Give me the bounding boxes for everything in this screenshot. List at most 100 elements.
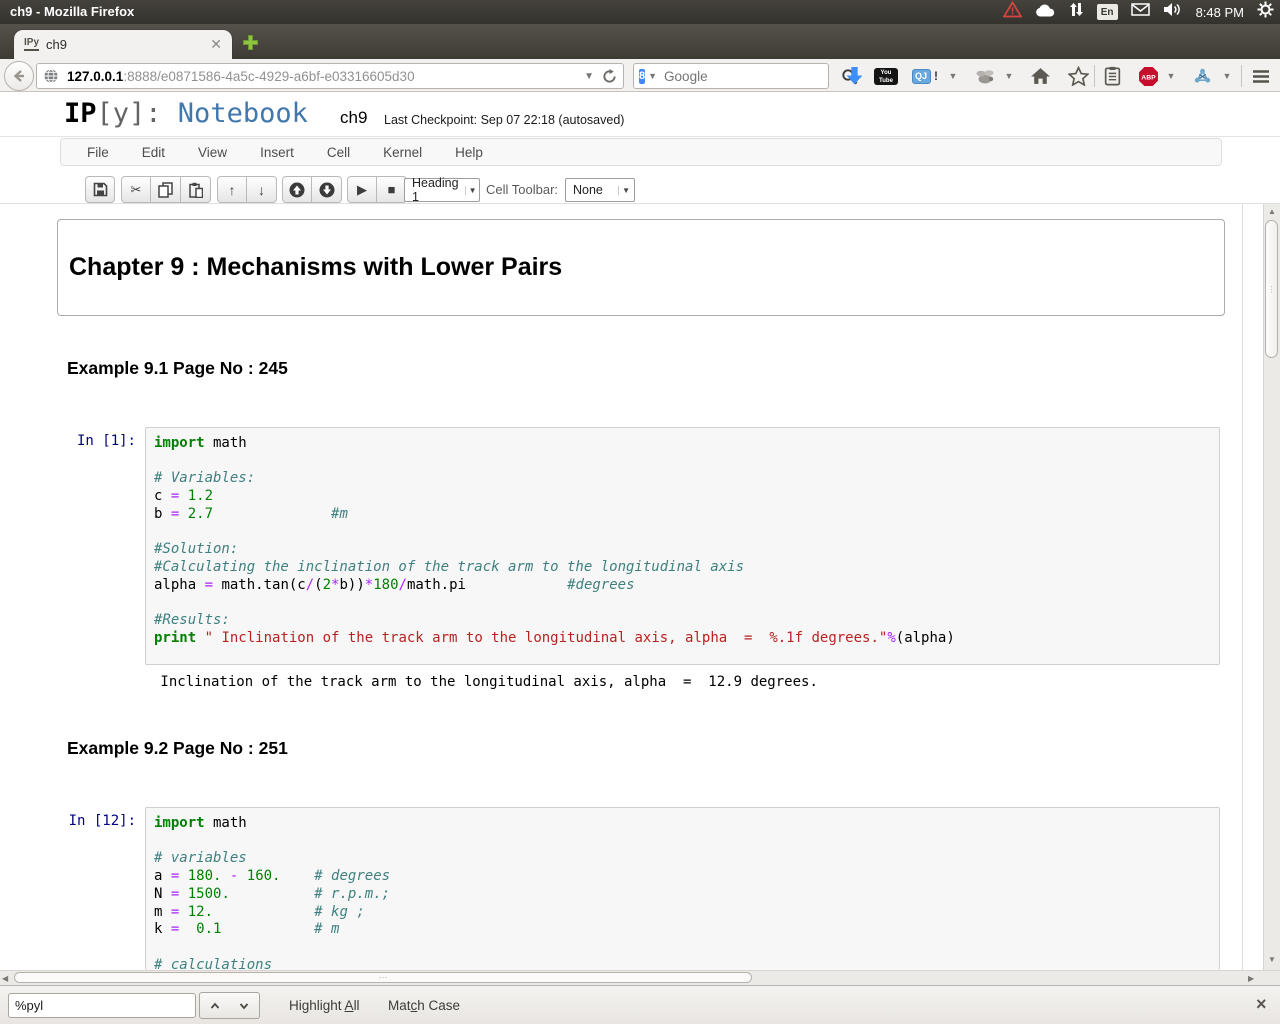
ipython-logo[interactable]: IP[y]: Notebook [64, 98, 308, 129]
save-button[interactable] [85, 176, 115, 203]
back-button[interactable] [4, 61, 34, 91]
chevron-up-icon [210, 1002, 219, 1009]
bookmark-star-icon[interactable] [1066, 63, 1090, 89]
window-title: ch9 - Mozilla Firefox [10, 4, 135, 19]
cell2-code-area[interactable]: import math # variables a = 180. - 160. #… [145, 807, 1220, 970]
cell-type-select[interactable]: Heading 1 ▼ [404, 176, 480, 204]
search-input[interactable] [664, 68, 842, 84]
fly-dropdown-icon[interactable]: ▼ [1002, 63, 1016, 89]
svg-text:!: ! [1010, 7, 1013, 18]
scroll-right-arrow-icon[interactable]: ▶ [1248, 972, 1254, 985]
globe-icon [43, 68, 59, 84]
circle-down-icon [319, 182, 334, 197]
insert-cell-above-button[interactable] [282, 176, 312, 203]
find-previous-button[interactable] [199, 992, 230, 1019]
vertical-scrollbar-thumb[interactable]: ⋮ [1265, 220, 1278, 358]
volume-icon[interactable] [1163, 2, 1183, 22]
url-path: :8888/e0871586-4a5c-4929-a6bf-e03316605d… [123, 68, 415, 84]
insert-cell-below-button[interactable] [312, 176, 342, 203]
highlight-all-key: A [344, 998, 354, 1013]
chapter-heading: Chapter 9 : Mechanisms with Lower Pairs [69, 253, 563, 281]
clock[interactable]: 8:48 PM [1196, 5, 1244, 20]
youtube-icon[interactable]: You Tube [872, 63, 900, 89]
search-engine-icon[interactable]: 8 [639, 68, 646, 84]
url-dropdown-icon[interactable]: ▼ [584, 71, 594, 82]
addon-icon[interactable] [1190, 63, 1214, 89]
find-next-button[interactable] [229, 992, 260, 1019]
chevron-down-icon: ▼ [464, 185, 477, 195]
window-titlebar: ch9 - Mozilla Firefox ! En 8:48 PM [0, 0, 1280, 24]
highlight-all-button[interactable]: Highlight All [289, 998, 360, 1013]
youtube-line2: Tube [879, 77, 893, 84]
warning-icon[interactable]: ! [1002, 0, 1023, 23]
scroll-left-arrow-icon[interactable]: ◀ [2, 972, 8, 985]
mail-icon[interactable] [1130, 3, 1150, 21]
notebook-right-border [1242, 204, 1243, 970]
system-tray: ! En 8:48 PM [1002, 0, 1274, 24]
menu-file[interactable]: File [87, 145, 109, 160]
qj-dropdown-icon[interactable]: ▼ [946, 63, 960, 89]
chevron-down-icon: ▼ [618, 185, 630, 195]
find-bar: Highlight All Match Case × [0, 985, 1280, 1024]
back-arrow-icon [13, 70, 24, 82]
reload-icon[interactable] [602, 68, 617, 84]
horizontal-scrollbar-thumb[interactable]: ⋯ [14, 972, 752, 983]
cell-toolbar-value: None [573, 183, 603, 197]
find-input[interactable] [8, 993, 196, 1018]
download-icon[interactable] [841, 63, 867, 89]
cloud-icon[interactable] [1035, 3, 1056, 22]
save-icon [93, 182, 107, 197]
heading-cell[interactable]: Chapter 9 : Mechanisms with Lower Pairs [57, 219, 1225, 316]
highlight-all-pre: Highlight [289, 998, 345, 1013]
network-updown-icon[interactable] [1069, 2, 1084, 22]
keyboard-layout-indicator[interactable]: En [1096, 4, 1118, 20]
cell1-code-area[interactable]: import math # Variables: c = 1.2 b = 2.7 #… [145, 427, 1220, 665]
scroll-down-arrow-icon[interactable]: ▼ [1264, 954, 1280, 968]
tab-ch9[interactable]: IPy ch9 ✕ [14, 30, 232, 59]
notebook-header: IP[y]: Notebook ch9 Last Checkpoint: Sep… [0, 92, 1280, 137]
highlight-all-post: ll [353, 998, 360, 1013]
clipboard-icon[interactable] [1100, 63, 1124, 89]
fly-extension-icon[interactable] [972, 63, 998, 89]
menu-hamburger-icon[interactable] [1248, 63, 1274, 89]
vertical-scrollbar[interactable]: ▲ ⋮ ▼ [1263, 204, 1280, 970]
screen: ch9 - Mozilla Firefox ! En 8:48 PM IPy c… [0, 0, 1280, 1024]
logo-notebook: Notebook [161, 98, 308, 129]
menu-cell[interactable]: Cell [327, 145, 350, 160]
addon-dropdown-icon[interactable]: ▼ [1220, 63, 1234, 89]
search-engine-dropdown-icon[interactable]: ▼ [648, 71, 657, 81]
paste-cell-button[interactable] [181, 176, 211, 203]
menu-view[interactable]: View [198, 145, 227, 160]
tab-close-icon[interactable]: ✕ [210, 36, 222, 53]
cell-toolbar-select[interactable]: None ▼ [565, 178, 635, 202]
horizontal-scrollbar[interactable]: ◀ ⋯ ▶ [0, 970, 1280, 985]
menu-kernel[interactable]: Kernel [383, 145, 422, 160]
circle-up-icon [289, 182, 305, 197]
new-tab-button[interactable] [240, 34, 261, 56]
match-case-button[interactable]: Match Case [388, 998, 460, 1013]
adblock-dropdown-icon[interactable]: ▼ [1164, 63, 1178, 89]
notebook-title[interactable]: ch9 [340, 108, 367, 128]
qj-extension-icon[interactable]: QJ [910, 63, 932, 89]
move-cell-up-button[interactable]: ↑ [217, 176, 247, 203]
match-case-post: h Case [417, 998, 461, 1013]
home-icon[interactable] [1028, 63, 1052, 89]
find-close-icon[interactable]: × [1256, 994, 1267, 1015]
cut-cell-button[interactable]: ✂ [121, 176, 151, 203]
gear-icon[interactable] [1257, 1, 1274, 23]
menu-edit[interactable]: Edit [142, 145, 165, 160]
adblock-icon[interactable]: ABP [1136, 63, 1160, 89]
run-cell-button[interactable]: ▶ [347, 176, 377, 203]
menu-help[interactable]: Help [455, 145, 483, 160]
arrow-up-icon: ↑ [228, 181, 236, 198]
copy-cell-button[interactable] [151, 176, 181, 203]
url-bar[interactable]: 127.0.0.1:8888/e0871586-4a5c-4929-a6bf-e… [36, 63, 624, 89]
move-cell-down-button[interactable]: ↓ [247, 176, 277, 203]
menu-insert[interactable]: Insert [260, 145, 294, 160]
scroll-up-arrow-icon[interactable]: ▲ [1264, 204, 1280, 219]
chevron-down-icon [239, 1002, 249, 1009]
toolbar-separator [1241, 65, 1242, 87]
cell-toolbar-label: Cell Toolbar: [486, 182, 559, 197]
search-bar[interactable]: 8 ▼ [633, 63, 858, 89]
interrupt-kernel-button[interactable]: ■ [377, 176, 407, 203]
